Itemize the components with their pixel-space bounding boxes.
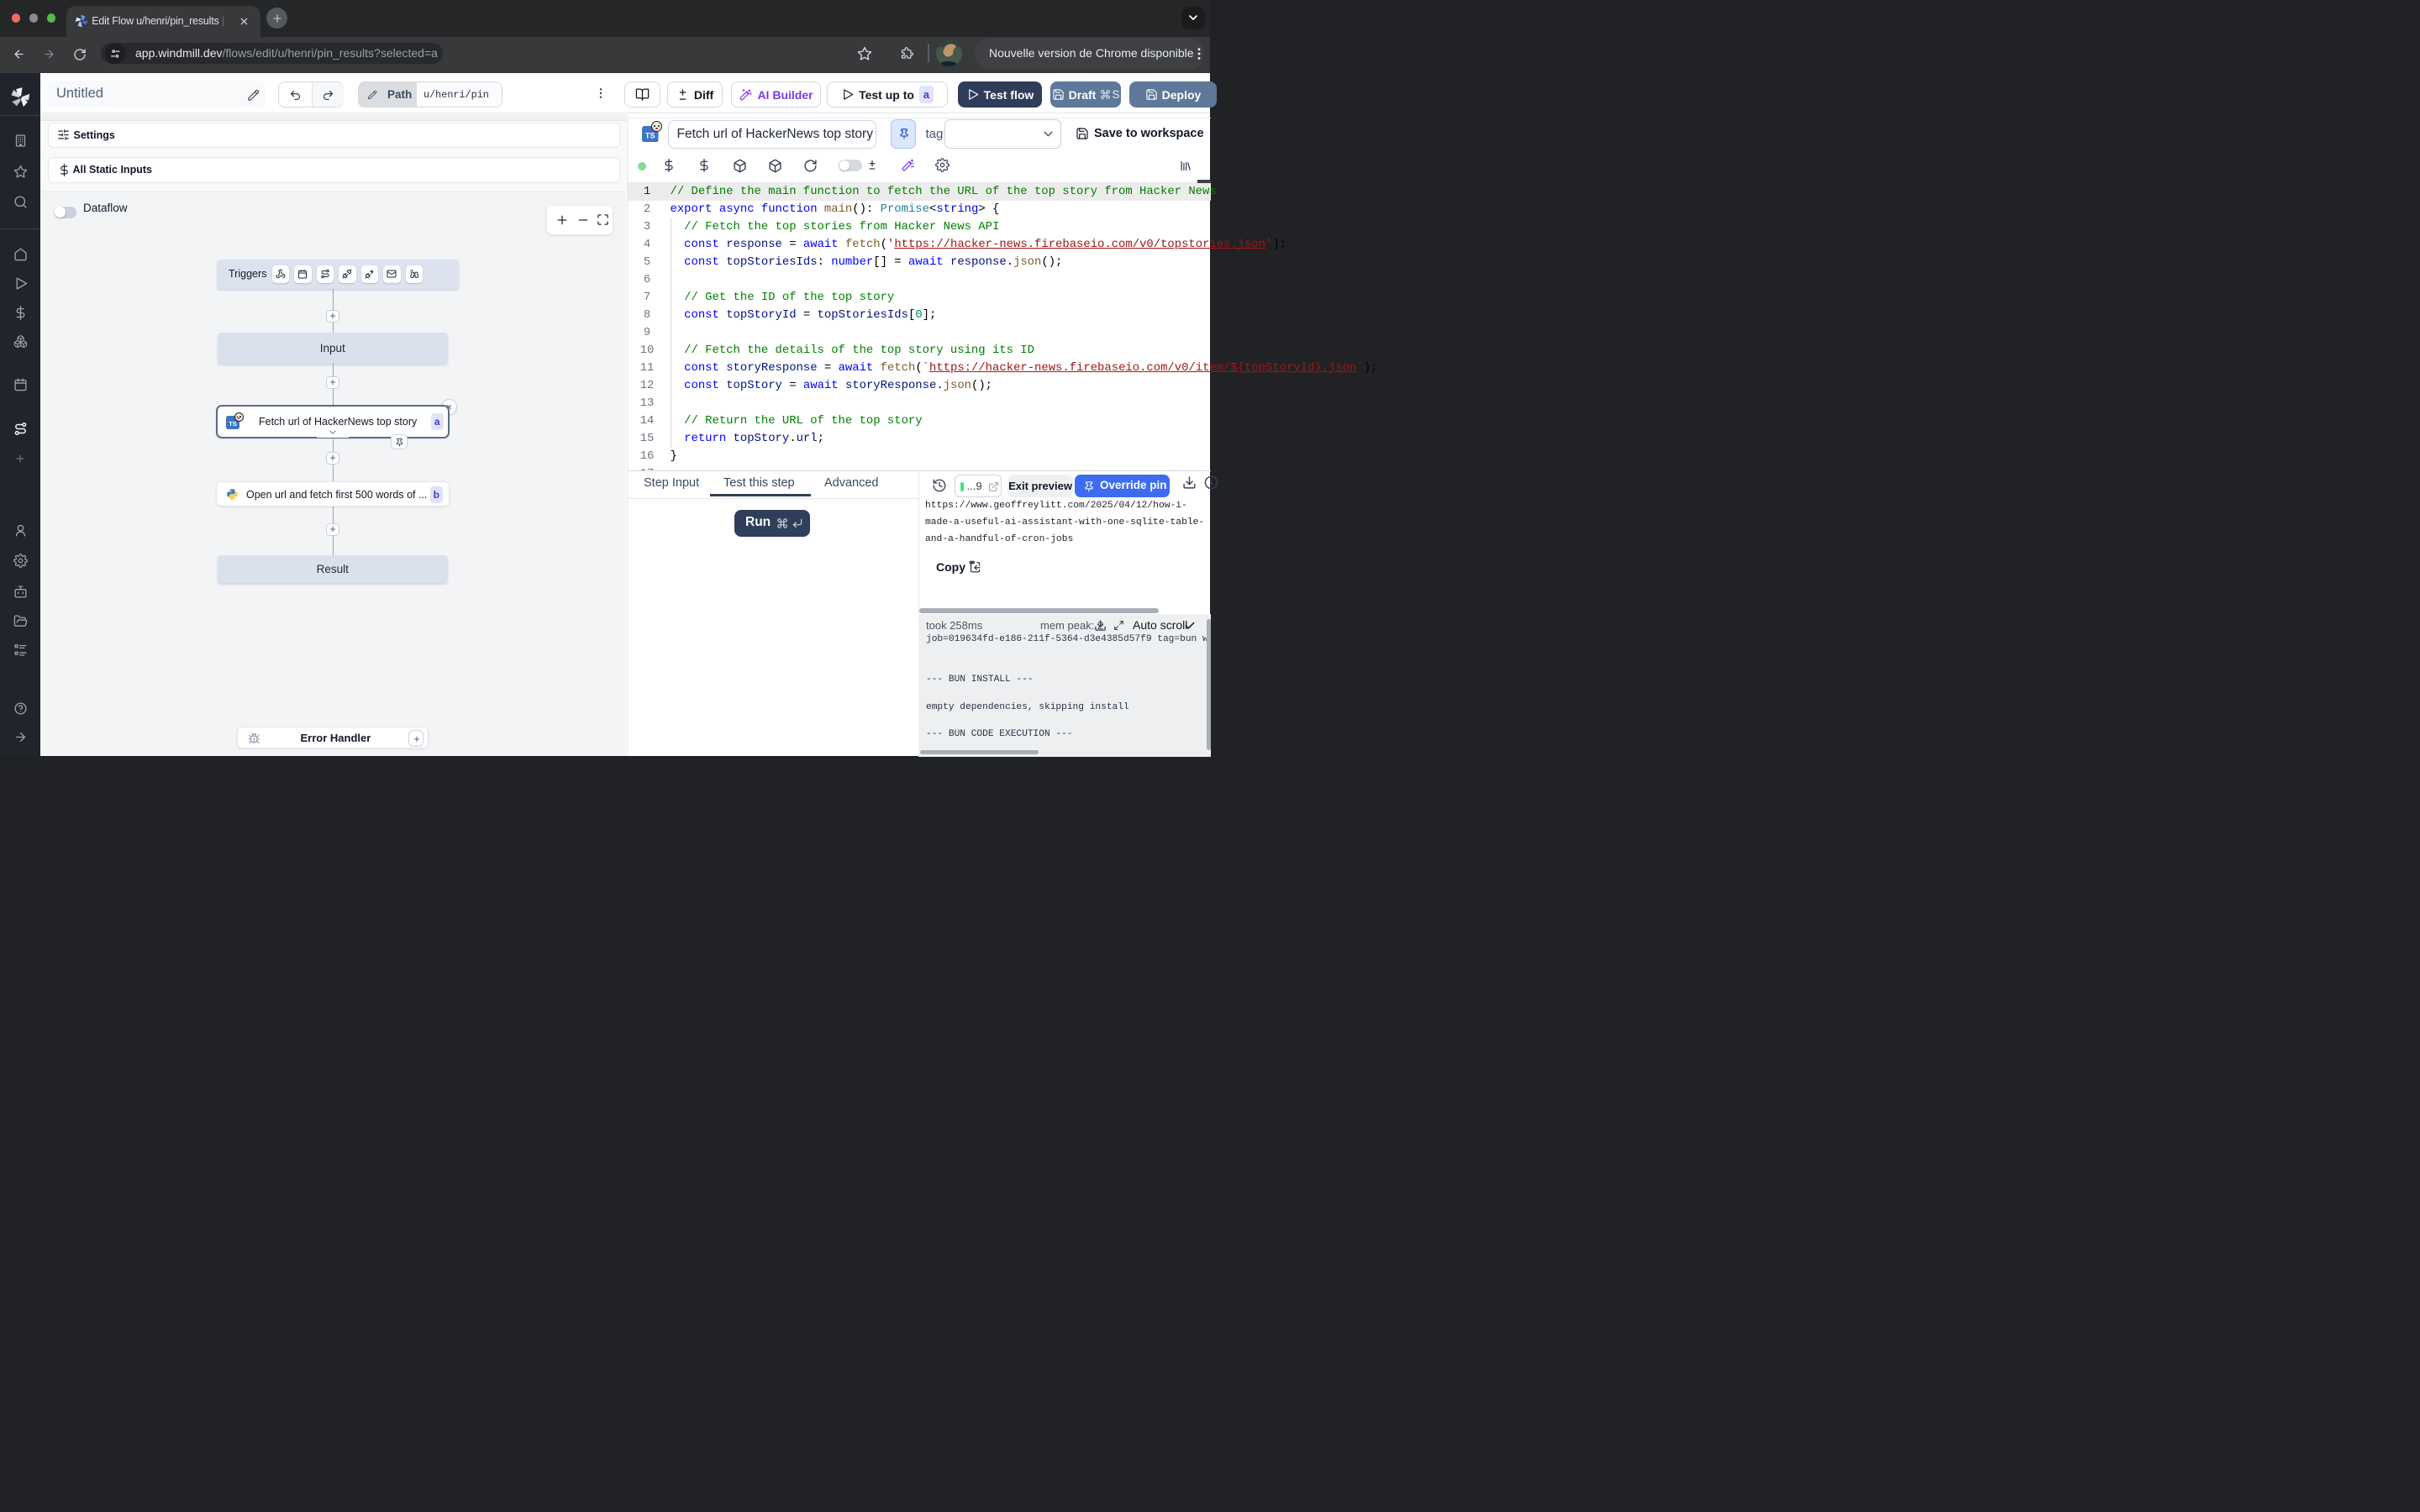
svg-text:TS: TS (229, 420, 237, 428)
svg-text:TS: TS (645, 131, 655, 139)
